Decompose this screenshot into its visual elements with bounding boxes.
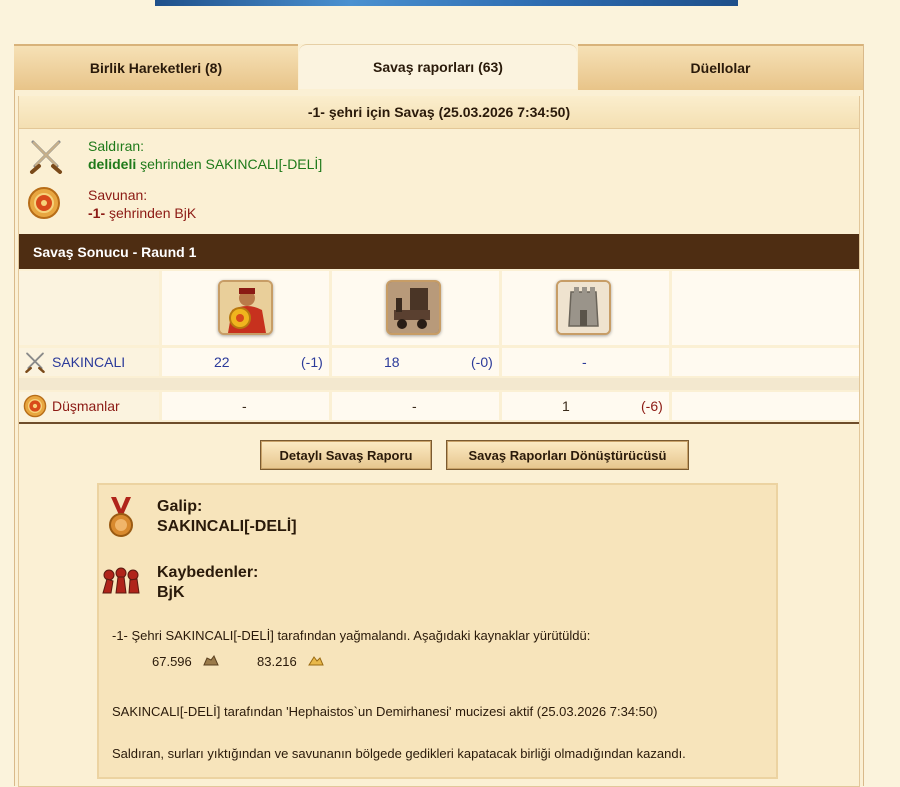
- wall-icon[interactable]: [556, 280, 611, 335]
- report-title: -1- şehri için Savaş (25.03.2026 7:34:50…: [19, 96, 859, 129]
- table-cell: 1 (-6): [502, 392, 669, 420]
- defender-line: -1- şehrinden BjK: [88, 205, 196, 221]
- table-cell: -: [502, 348, 669, 376]
- tab-battle-reports[interactable]: Savaş raporları (63): [299, 44, 577, 89]
- defender-section: Savunan: -1- şehrinden BjK: [19, 184, 859, 228]
- defender-role-label: Savunan:: [88, 187, 148, 203]
- row-spacer: [19, 378, 859, 390]
- detailed-report-button[interactable]: Detaylı Savaş Raporu: [260, 440, 432, 470]
- table-divider: [19, 422, 859, 424]
- unit-count: -: [582, 354, 587, 370]
- attacker-role-label: Saldıran:: [88, 138, 145, 154]
- losers-label: Kaybedenler:: [157, 564, 259, 581]
- win-reason-text: Saldıran, surları yıktığından ve savunan…: [112, 746, 686, 761]
- tab-troop-movements[interactable]: Birlik Hareketleri (8): [14, 44, 298, 90]
- resource-amount-2: 83.216: [257, 654, 297, 669]
- gold-resource-icon: [308, 656, 324, 666]
- defender-city-link[interactable]: -1-: [88, 205, 105, 221]
- plunder-text: -1- Şehri SAKINCALI[-DELİ] tarafından ya…: [112, 628, 591, 643]
- unit-loss: (-0): [471, 354, 493, 370]
- tab-label: Birlik Hareketleri (8): [89, 60, 223, 76]
- table-cell: [672, 348, 859, 376]
- attacker-name[interactable]: SAKINCALI: [52, 354, 125, 370]
- crossed-swords-icon: [30, 140, 62, 174]
- report-converter-button[interactable]: Savaş Raporları Dönüştürücüsü: [446, 440, 689, 470]
- wonder-text: SAKINCALI[-DELİ] tarafından 'Hephaistos`…: [112, 704, 658, 719]
- table-row-label: SAKINCALI: [19, 348, 159, 376]
- tab-label: Düellolar: [690, 60, 751, 76]
- attacker-section: Saldıran: delideli şehrinden SAKINCALI[-…: [19, 134, 859, 178]
- stone-resource-icon: [203, 655, 219, 666]
- unit-count: 18: [384, 354, 400, 370]
- shield-icon: [28, 187, 60, 219]
- unit-count: 1: [562, 398, 570, 414]
- attacker-line: delideli şehrinden SAKINCALI[-DELİ]: [88, 156, 322, 172]
- catapult-unit-icon[interactable]: [386, 280, 441, 335]
- unit-count: 22: [214, 354, 230, 370]
- winner-name[interactable]: SAKINCALI[-DELİ]: [157, 518, 297, 536]
- unit-header-cell: [332, 271, 499, 345]
- unit-header-cell: [162, 271, 329, 345]
- attacker-player[interactable]: şehrinden SAKINCALI[-DELİ]: [136, 156, 322, 172]
- winner-label: Galip:: [157, 498, 203, 515]
- unit-count: -: [242, 398, 247, 414]
- shield-icon: [23, 394, 47, 418]
- table-cell: 18 (-0): [332, 348, 499, 376]
- tab-label: Savaş raporları (63): [373, 59, 503, 75]
- unit-header-cell: [672, 271, 859, 345]
- attacker-city-link[interactable]: delideli: [88, 156, 136, 172]
- table-cell: 22 (-1): [162, 348, 329, 376]
- table-cell: -: [162, 392, 329, 420]
- battle-report: -1- şehri için Savaş (25.03.2026 7:34:50…: [18, 96, 860, 787]
- unit-header-cell: [502, 271, 669, 345]
- unit-count: -: [412, 398, 417, 414]
- table-cell: [672, 392, 859, 420]
- table-corner: [19, 271, 159, 345]
- defender-player[interactable]: şehrinden BjK: [105, 205, 196, 221]
- unit-loss: (-1): [301, 354, 323, 370]
- crossed-swords-icon: [25, 352, 45, 373]
- top-banner: [155, 0, 738, 6]
- resource-amount-1: 67.596: [152, 654, 192, 669]
- fallen-soldiers-icon: [102, 567, 140, 594]
- unit-loss: (-6): [641, 398, 663, 414]
- table-cell: -: [332, 392, 499, 420]
- warrior-unit-icon[interactable]: [218, 280, 273, 335]
- tab-duels[interactable]: Düellolar: [578, 44, 863, 90]
- losers-name[interactable]: BjK: [157, 584, 185, 602]
- battle-result-header: Savaş Sonucu - Raund 1: [19, 234, 859, 269]
- defender-name: Düşmanlar: [52, 398, 120, 414]
- tab-bar: Birlik Hareketleri (8) Savaş raporları (…: [14, 44, 863, 90]
- table-row-label: Düşmanlar: [19, 392, 159, 420]
- battle-summary: Galip: SAKINCALI[-DELİ] Kaybedenler: BjK…: [97, 483, 778, 779]
- medal-icon: [109, 497, 133, 537]
